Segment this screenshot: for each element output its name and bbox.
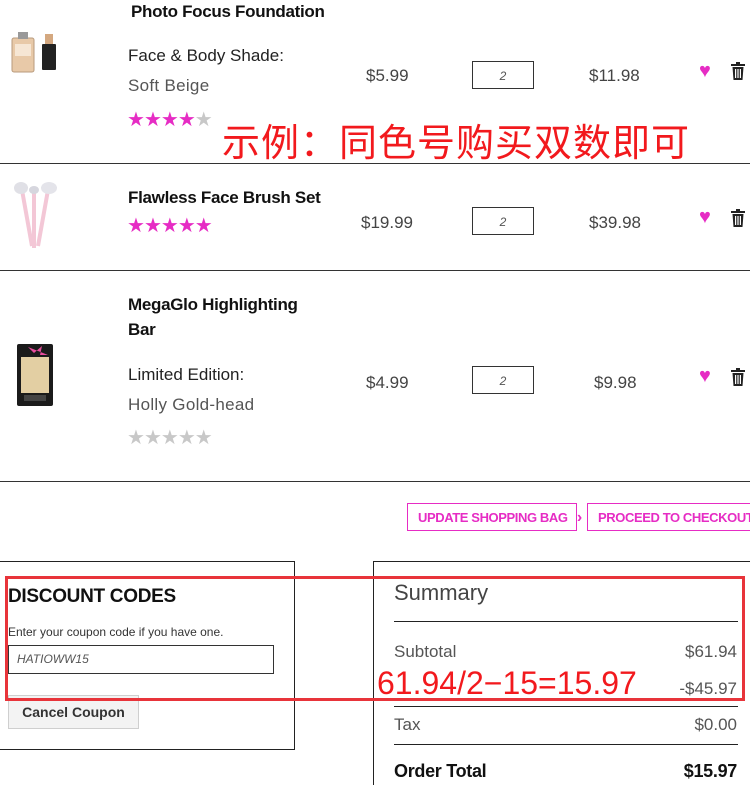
product-image-highlighter[interactable] bbox=[16, 343, 56, 407]
divider bbox=[0, 481, 750, 482]
line-total: $11.98 bbox=[589, 66, 640, 85]
star-icon: ★ bbox=[177, 427, 196, 449]
unit-price: $4.99 bbox=[366, 373, 409, 392]
unit-price: $5.99 bbox=[366, 66, 409, 85]
tax-value: $0.00 bbox=[694, 715, 737, 734]
product-image-foundation[interactable] bbox=[6, 30, 66, 80]
star-icon: ★ bbox=[143, 427, 162, 449]
order-total-label: Order Total bbox=[394, 761, 487, 781]
order-total-value: $15.97 bbox=[683, 761, 738, 781]
proceed-to-checkout-button[interactable]: PROCEED TO CHECKOUT › bbox=[587, 503, 750, 531]
annotation-formula: 61.94/2−15=15.97 bbox=[377, 665, 637, 701]
line-total: $39.98 bbox=[589, 213, 641, 232]
heart-icon[interactable]: ♥ bbox=[699, 206, 711, 229]
heart-icon[interactable]: ♥ bbox=[699, 60, 711, 83]
heart-icon[interactable]: ♥ bbox=[699, 365, 711, 388]
rating-stars: ★★★★★ bbox=[127, 215, 213, 237]
option-label: Face & Body Shade: bbox=[128, 46, 284, 65]
cart-item: Flawless Face Brush Set ★★★★★ $19.99 2 $… bbox=[0, 164, 750, 270]
trash-icon[interactable] bbox=[731, 209, 745, 227]
quantity-input[interactable]: 2 bbox=[472, 207, 534, 235]
checkout-label: PROCEED TO CHECKOUT bbox=[598, 510, 750, 525]
star-icon: ★ bbox=[127, 109, 145, 131]
quantity-input[interactable]: 2 bbox=[472, 61, 534, 89]
option-value: Holly Gold-head bbox=[128, 395, 255, 414]
cart-item: MegaGlo Highlighting Bar Limited Edition… bbox=[0, 271, 750, 481]
rating-stars: ★★★★★ bbox=[127, 109, 213, 131]
product-name[interactable]: MegaGlo Highlighting bbox=[128, 295, 298, 315]
star-icon: ★ bbox=[177, 215, 196, 237]
trash-icon[interactable] bbox=[731, 62, 745, 80]
update-bag-label: UPDATE SHOPPING BAG bbox=[418, 510, 568, 525]
star-icon: ★ bbox=[194, 215, 213, 237]
summary-divider bbox=[394, 744, 738, 745]
product-name-cont[interactable]: Bar bbox=[128, 320, 156, 340]
star-icon: ★ bbox=[160, 109, 179, 131]
star-icon: ★ bbox=[160, 215, 179, 237]
unit-price: $19.99 bbox=[361, 213, 413, 232]
rating-stars: ★★★★★ bbox=[127, 427, 213, 449]
star-icon: ★ bbox=[127, 215, 145, 237]
star-icon: ★ bbox=[194, 427, 213, 449]
option-value: Soft Beige bbox=[128, 76, 210, 95]
annotation-note: 示例：同色号购买双数即可 bbox=[222, 121, 691, 165]
star-icon: ★ bbox=[160, 427, 179, 449]
option-label: Limited Edition: bbox=[128, 365, 245, 384]
quantity-input[interactable]: 2 bbox=[472, 366, 534, 394]
trash-icon[interactable] bbox=[731, 368, 745, 386]
cart-item: Photo Focus Foundation Face & Body Shade… bbox=[0, 0, 750, 165]
product-name[interactable]: Flawless Face Brush Set bbox=[128, 188, 321, 208]
tax-label: Tax bbox=[394, 715, 421, 734]
star-icon: ★ bbox=[177, 109, 196, 131]
chevron-right-icon: › bbox=[576, 509, 582, 526]
star-icon: ★ bbox=[194, 109, 213, 131]
product-name[interactable]: Photo Focus Foundation bbox=[131, 2, 325, 22]
star-icon: ★ bbox=[143, 109, 162, 131]
line-total: $9.98 bbox=[594, 373, 637, 392]
star-icon: ★ bbox=[143, 215, 162, 237]
summary-divider bbox=[394, 706, 738, 707]
update-shopping-bag-button[interactable]: UPDATE SHOPPING BAG › bbox=[407, 503, 582, 531]
star-icon: ★ bbox=[127, 427, 145, 449]
product-image-brush-set[interactable] bbox=[6, 178, 66, 250]
